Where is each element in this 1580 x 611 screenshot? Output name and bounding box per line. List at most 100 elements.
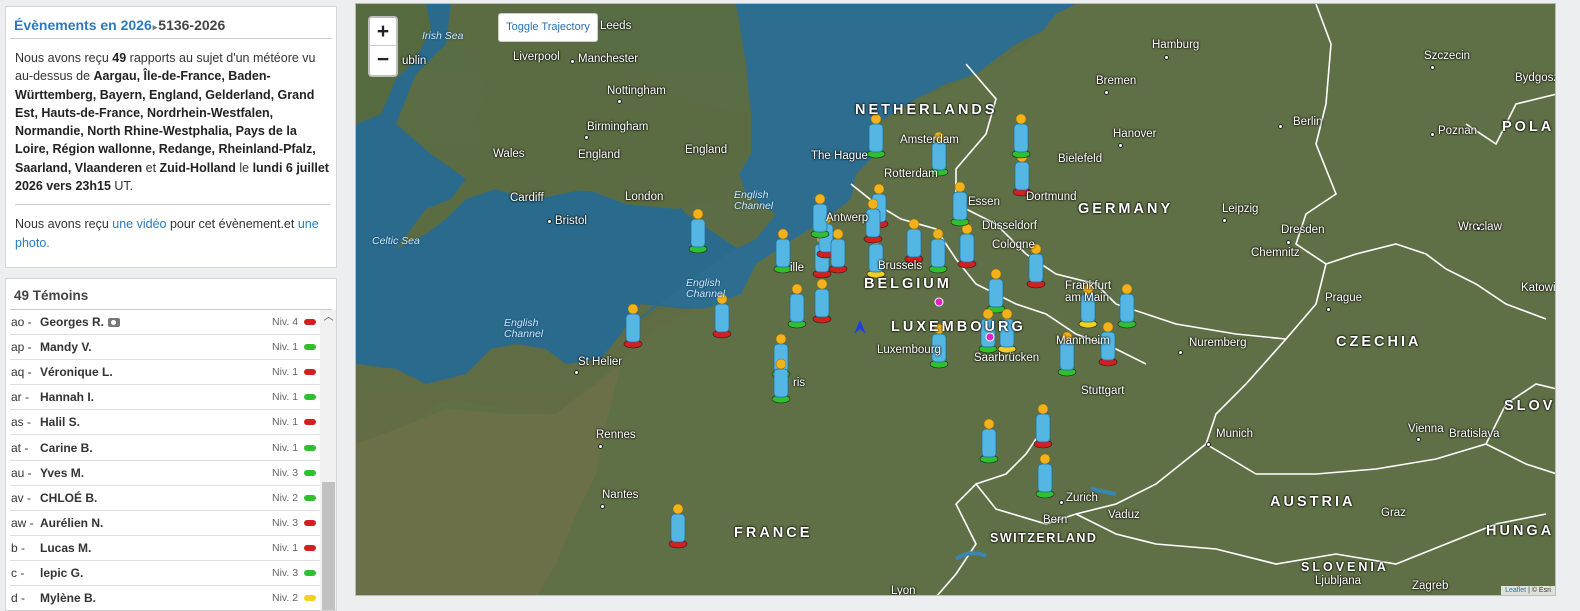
witness-row[interactable]: at - Carine B. Niv. 1 bbox=[10, 435, 320, 461]
map-label: SLOV bbox=[1504, 398, 1556, 414]
video-link[interactable]: une vidéo bbox=[112, 217, 166, 231]
media-summary: Nous avons reçu une vidéo pour cet évène… bbox=[15, 215, 330, 252]
map-label: Manchester bbox=[578, 53, 639, 65]
map-label: Vaduz bbox=[1108, 509, 1140, 521]
map-label: Zurich bbox=[1066, 492, 1098, 504]
witness-name[interactable]: Mandy V. bbox=[40, 340, 272, 354]
city-dot bbox=[1104, 90, 1109, 95]
witness-name[interactable]: Lucas M. bbox=[40, 541, 272, 555]
witness-row[interactable]: av - CHLOÉ B. Niv. 2 bbox=[10, 486, 320, 511]
witness-name-text: Halil S. bbox=[40, 415, 81, 430]
map-label: GERMANY bbox=[1078, 201, 1174, 217]
camera-icon bbox=[108, 318, 121, 328]
map-label: Bratislava bbox=[1449, 428, 1500, 440]
witness-id: au - bbox=[11, 465, 32, 480]
witness-name[interactable]: CHLOÉ B. bbox=[40, 491, 272, 505]
witness-row[interactable]: ao - Georges R. Niv. 4 bbox=[10, 310, 320, 336]
witness-name[interactable]: Halil S. bbox=[40, 415, 272, 429]
map-label: St Helier bbox=[578, 356, 623, 368]
witness-name[interactable]: lepic G. bbox=[40, 566, 272, 580]
map-label: Leeds bbox=[600, 20, 632, 32]
witness-row[interactable]: au - Yves M. Niv. 3 bbox=[10, 461, 320, 486]
map-label: Irish Sea bbox=[422, 30, 464, 42]
map-label: Cologne bbox=[992, 239, 1035, 251]
map-label: Bydgoszcz bbox=[1515, 72, 1555, 84]
map-label: England bbox=[578, 149, 621, 161]
witness-name-text: CHLOÉ B. bbox=[40, 490, 98, 505]
witness-list-scrollbar[interactable]: ︿ bbox=[320, 310, 336, 610]
witness-name[interactable]: Véronique L. bbox=[40, 365, 272, 379]
map-label: HUNGA bbox=[1486, 523, 1555, 539]
map-label: Saarbrücken bbox=[974, 352, 1040, 364]
zoom-in-button[interactable]: + bbox=[370, 18, 396, 46]
witness-level: Niv. 2 bbox=[272, 491, 299, 504]
witness-row[interactable]: ap - Mandy V. Niv. 1 bbox=[10, 335, 320, 361]
city-dot bbox=[1059, 500, 1064, 505]
summary-text-1: Nous avons reçu bbox=[15, 51, 113, 65]
witness-row[interactable]: ar - Hannah I. Niv. 1 bbox=[10, 385, 320, 411]
witness-row[interactable]: c - lepic G. Niv. 3 bbox=[10, 561, 320, 587]
witness-id: d - bbox=[11, 591, 26, 606]
witness-id: aq - bbox=[11, 365, 32, 380]
witness-id: ao - bbox=[11, 315, 32, 330]
city-dot bbox=[1416, 437, 1421, 442]
witness-name[interactable]: Yves M. bbox=[40, 466, 272, 480]
witness-row[interactable]: as - Halil S. Niv. 1 bbox=[10, 410, 320, 436]
summary-text-et: et bbox=[142, 160, 160, 175]
map-label: Prague bbox=[1325, 292, 1363, 304]
witness-row[interactable]: b - Lucas M. Niv. 1 bbox=[10, 536, 320, 561]
event-summary: Nous avons reçu 49 rapports au sujet d'u… bbox=[6, 39, 336, 252]
map-label: Hamburg bbox=[1152, 39, 1200, 51]
city-dot bbox=[1206, 442, 1211, 447]
city-dot bbox=[617, 99, 622, 104]
witness-name-text: Mylène B. bbox=[40, 591, 97, 606]
map-label: Düsseldorf bbox=[982, 220, 1037, 232]
witness-name-text: Hannah I. bbox=[40, 390, 95, 405]
city-dot bbox=[1222, 218, 1227, 223]
map-label: SLOVENIA bbox=[1301, 560, 1389, 574]
witness-row[interactable]: d - Mylène B. Niv. 2 bbox=[10, 586, 320, 610]
map-label: Amsterdam bbox=[900, 134, 959, 146]
map-label: Brussels bbox=[878, 260, 923, 272]
witness-row[interactable]: aq - Véronique L. Niv. 1 bbox=[10, 360, 320, 386]
witness-list: ao - Georges R. Niv. 4 ap - Mandy V. Niv. 1 aq… bbox=[10, 310, 320, 610]
witness-level: Niv. 4 bbox=[272, 316, 299, 329]
scrollbar-thumb[interactable] bbox=[322, 482, 335, 610]
map-label: Birmingham bbox=[587, 121, 649, 133]
map-label: Dresden bbox=[1281, 224, 1325, 236]
witness-marker-icon[interactable] bbox=[688, 208, 708, 254]
witness-id: ar - bbox=[11, 390, 29, 405]
map-label: Nottingham bbox=[607, 85, 666, 97]
witness-level: Niv. 3 bbox=[272, 516, 299, 529]
map-label: Hanover bbox=[1113, 128, 1157, 140]
map-label: AUSTRIA bbox=[1270, 494, 1356, 510]
city-dot bbox=[598, 444, 603, 449]
city-dot bbox=[1278, 124, 1283, 129]
witness-level: Niv. 1 bbox=[272, 341, 299, 354]
witness-row[interactable]: aw - Aurélien N. Niv. 3 bbox=[10, 511, 320, 536]
toggle-trajectory-button[interactable]: Toggle Trajectory bbox=[498, 13, 598, 42]
events-year-link[interactable]: Évènements en 2026 bbox=[14, 17, 152, 33]
map-label: Celtic Sea bbox=[372, 235, 420, 247]
zoom-out-button[interactable]: − bbox=[370, 46, 396, 74]
city-dot bbox=[547, 219, 552, 224]
witness-name[interactable]: Carine B. bbox=[40, 441, 272, 455]
witness-name[interactable]: Mylène B. bbox=[40, 591, 272, 605]
scroll-up-arrow-icon[interactable]: ︿ bbox=[320, 310, 336, 326]
witness-id: av - bbox=[11, 490, 32, 505]
witness-name[interactable]: Aurélien N. bbox=[40, 516, 272, 530]
witness-id: as - bbox=[11, 415, 32, 430]
witness-name[interactable]: Hannah I. bbox=[40, 390, 272, 404]
witness-level: Niv. 1 bbox=[272, 366, 299, 379]
leaflet-link[interactable]: Leaflet bbox=[1505, 587, 1526, 594]
witness-id: c - bbox=[11, 565, 25, 580]
city-dot bbox=[1118, 143, 1123, 148]
level-indicator-icon bbox=[304, 569, 316, 576]
witness-count-header: 49 Témoins bbox=[10, 279, 332, 310]
map-view[interactable]: Leeds Irish Sea ublin Liverpool Manchest… bbox=[355, 3, 1556, 596]
map-label: Lyon bbox=[891, 585, 916, 596]
camera-station-icon[interactable] bbox=[934, 297, 944, 307]
map-label: Bristol bbox=[555, 215, 587, 227]
witness-name[interactable]: Georges R. bbox=[40, 315, 272, 329]
witness-level: Niv. 1 bbox=[272, 416, 299, 429]
